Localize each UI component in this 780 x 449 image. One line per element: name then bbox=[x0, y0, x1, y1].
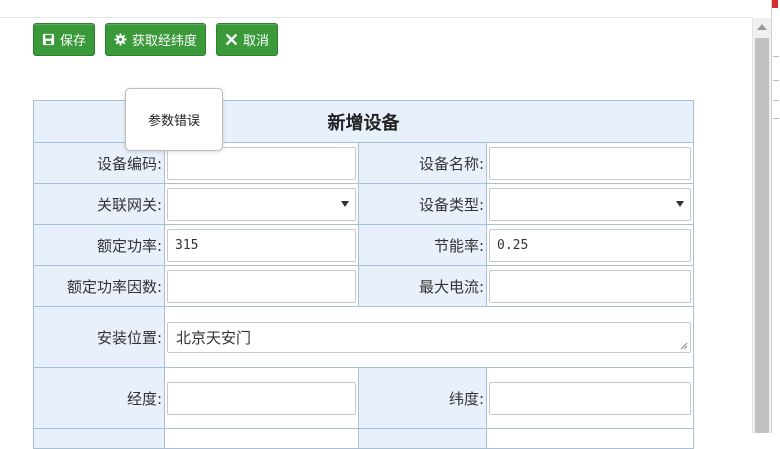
device-type-label: 设备类型: bbox=[358, 183, 487, 225]
longitude-input[interactable] bbox=[167, 381, 356, 415]
save-button[interactable]: 保存 bbox=[33, 23, 96, 56]
latitude-input[interactable] bbox=[489, 381, 691, 415]
location-label: 安装位置: bbox=[33, 306, 165, 368]
form-row: 安装位置: 北京天安门 bbox=[33, 306, 694, 368]
edge-divider bbox=[773, 56, 779, 57]
top-divider bbox=[0, 17, 752, 18]
power-factor-label: 额定功率因数: bbox=[33, 265, 165, 307]
max-current-label: 最大电流: bbox=[358, 265, 487, 307]
location-text: 北京天安门 bbox=[176, 328, 252, 347]
dropdown-caret-icon bbox=[676, 200, 684, 207]
gateway-select[interactable] bbox=[167, 187, 356, 221]
device-type-select[interactable] bbox=[489, 187, 691, 221]
error-tooltip-text: 参数错误 bbox=[147, 114, 200, 129]
form-row bbox=[33, 428, 694, 449]
gear-icon bbox=[114, 33, 127, 46]
get-coordinates-button-label: 获取经纬度 bbox=[132, 33, 198, 48]
edge-divider bbox=[773, 100, 779, 101]
gateway-label: 关联网关: bbox=[33, 183, 165, 225]
red-marker bbox=[772, 0, 778, 8]
saving-rate-label: 节能率: bbox=[358, 224, 487, 266]
form-row: 关联网关: 设备类型: bbox=[33, 183, 694, 225]
scroll-up-icon[interactable] bbox=[757, 24, 767, 30]
rated-power-label: 额定功率: bbox=[33, 224, 165, 266]
cancel-button-label: 取消 bbox=[243, 33, 270, 48]
latitude-label: 纬度: bbox=[358, 367, 487, 429]
cancel-button[interactable]: 取消 bbox=[216, 23, 279, 56]
device-name-input[interactable] bbox=[489, 146, 691, 180]
resize-grip-icon[interactable] bbox=[680, 342, 688, 350]
toolbar: 保存 获取经纬度 取消 bbox=[33, 23, 279, 56]
save-button-label: 保存 bbox=[60, 33, 87, 48]
max-current-input[interactable] bbox=[489, 269, 691, 303]
form-row: 额定功率因数: 最大电流: bbox=[33, 265, 694, 307]
error-tooltip: 参数错误 bbox=[125, 88, 223, 151]
get-coordinates-button[interactable]: 获取经纬度 bbox=[105, 23, 207, 56]
edge-divider bbox=[773, 118, 779, 119]
form-row: 额定功率: 节能率: bbox=[33, 224, 694, 266]
close-icon bbox=[225, 33, 238, 46]
scrollbar-thumb[interactable] bbox=[755, 38, 769, 433]
saving-rate-input[interactable] bbox=[489, 228, 691, 262]
location-textarea[interactable]: 北京天安门 bbox=[167, 321, 691, 353]
right-edge-panel bbox=[771, 0, 780, 433]
edge-divider bbox=[773, 80, 779, 81]
longitude-label: 经度: bbox=[33, 367, 165, 429]
rated-power-input[interactable] bbox=[167, 228, 356, 262]
device-code-input[interactable] bbox=[167, 146, 356, 180]
power-factor-input[interactable] bbox=[167, 269, 356, 303]
device-name-label: 设备名称: bbox=[358, 142, 487, 184]
save-icon bbox=[42, 33, 55, 46]
dropdown-caret-icon bbox=[341, 200, 349, 207]
device-form: 新增设备 设备编码: 设备名称: 关联网关: 设备类型: 额定功率: 节能率: … bbox=[33, 100, 694, 449]
vertical-scrollbar[interactable] bbox=[752, 18, 771, 433]
form-row: 经度: 纬度: bbox=[33, 367, 694, 429]
